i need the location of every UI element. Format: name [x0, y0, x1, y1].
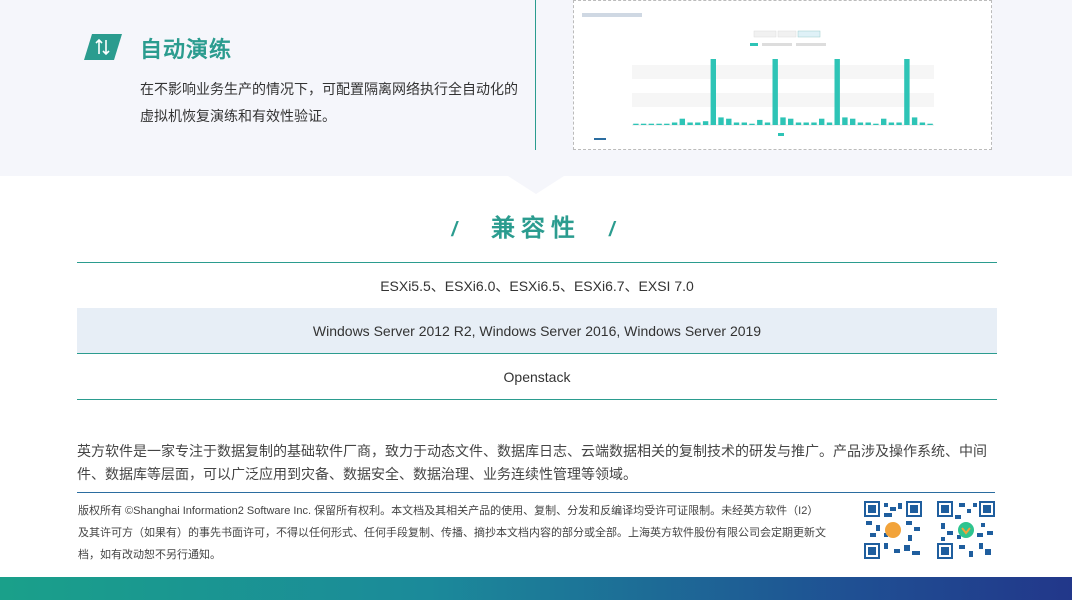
thumbnail-bar	[834, 59, 840, 125]
qr-code-icon	[864, 501, 922, 559]
thumbnail-bar	[671, 122, 678, 125]
thumbnail-bar	[741, 122, 747, 125]
section-pointer	[508, 176, 564, 194]
thumbnail-bar	[788, 118, 794, 125]
thumbnail-bar	[702, 121, 709, 125]
thumbnail-bar	[664, 123, 670, 125]
thumbnail-bar	[633, 123, 639, 125]
screenshot-thumbnail	[573, 0, 992, 150]
thumbnail-bar	[733, 122, 740, 125]
thumbnail-bar	[780, 117, 786, 125]
thumbnail-bar	[819, 118, 825, 125]
thumbnail-bar	[679, 118, 685, 125]
compat-row: Openstack	[77, 354, 997, 400]
compat-row: ESXi5.5、ESXi6.0、ESXi6.5、ESXi6.7、EXSI 7.0	[380, 277, 694, 294]
thumbnail-bar	[803, 122, 809, 125]
thumbnail-bar	[881, 118, 887, 125]
thumbnail-bar	[826, 122, 833, 125]
thumbnail-bar	[772, 59, 778, 125]
divider	[77, 492, 995, 493]
compatibility-table: ESXi5.5、ESXi6.0、ESXi6.5、ESXi6.7、EXSI 7.0…	[77, 262, 997, 400]
thumbnail-bar	[648, 123, 654, 125]
thumbnail-bar	[811, 122, 817, 125]
thumbnail-bar	[764, 122, 771, 125]
thumbnail-bar	[695, 122, 701, 125]
thumbnail-bar	[927, 123, 933, 125]
thumbnail-bar	[795, 122, 802, 125]
slash-decoration: /	[451, 219, 463, 241]
divider	[535, 0, 536, 150]
thumbnail-bar	[919, 122, 926, 125]
feature-title: 自动演练	[140, 37, 233, 62]
thumbnail-bar	[911, 117, 918, 125]
thumbnail-bar	[726, 118, 732, 125]
thumbnail-bar	[710, 59, 716, 125]
thumbnail-bar	[873, 123, 879, 125]
thumbnail-bar	[656, 123, 662, 125]
thumbnail-bar	[749, 123, 755, 125]
thumbnail-bar	[842, 117, 848, 125]
compatibility-title: 兼容性	[491, 215, 581, 242]
copyright-notice: 版权所有 ©Shanghai Information2 Software Inc…	[78, 505, 826, 561]
qr-code-icon	[937, 501, 995, 559]
thumbnail-bar	[888, 122, 895, 125]
thumbnail-bar	[896, 122, 902, 125]
feature-description: 在不影响业务生产的情况下，可配置隔离网络执行全自动化的虚拟机恢复演练和有效性验证…	[140, 81, 518, 124]
thumbnail-bar	[718, 117, 724, 125]
swap-icon	[84, 34, 122, 60]
footer-bar	[0, 577, 1072, 600]
thumbnail-bar	[904, 59, 910, 125]
thumbnail-bar	[857, 122, 864, 125]
thumbnail-bar	[687, 122, 693, 125]
thumbnail-bar	[850, 118, 856, 125]
company-description: 英方软件是一家专注于数据复制的基础软件厂商，致力于动态文件、数据库日志、云端数据…	[77, 443, 987, 482]
compatibility-heading: / 兼容性 /	[0, 208, 1072, 243]
slash-decoration: /	[609, 219, 621, 241]
thumbnail-bar	[640, 123, 647, 125]
compat-row: Windows Server 2012 R2, Windows Server 2…	[77, 308, 997, 354]
thumbnail-bar	[865, 122, 871, 125]
thumbnail-bar	[757, 119, 763, 125]
